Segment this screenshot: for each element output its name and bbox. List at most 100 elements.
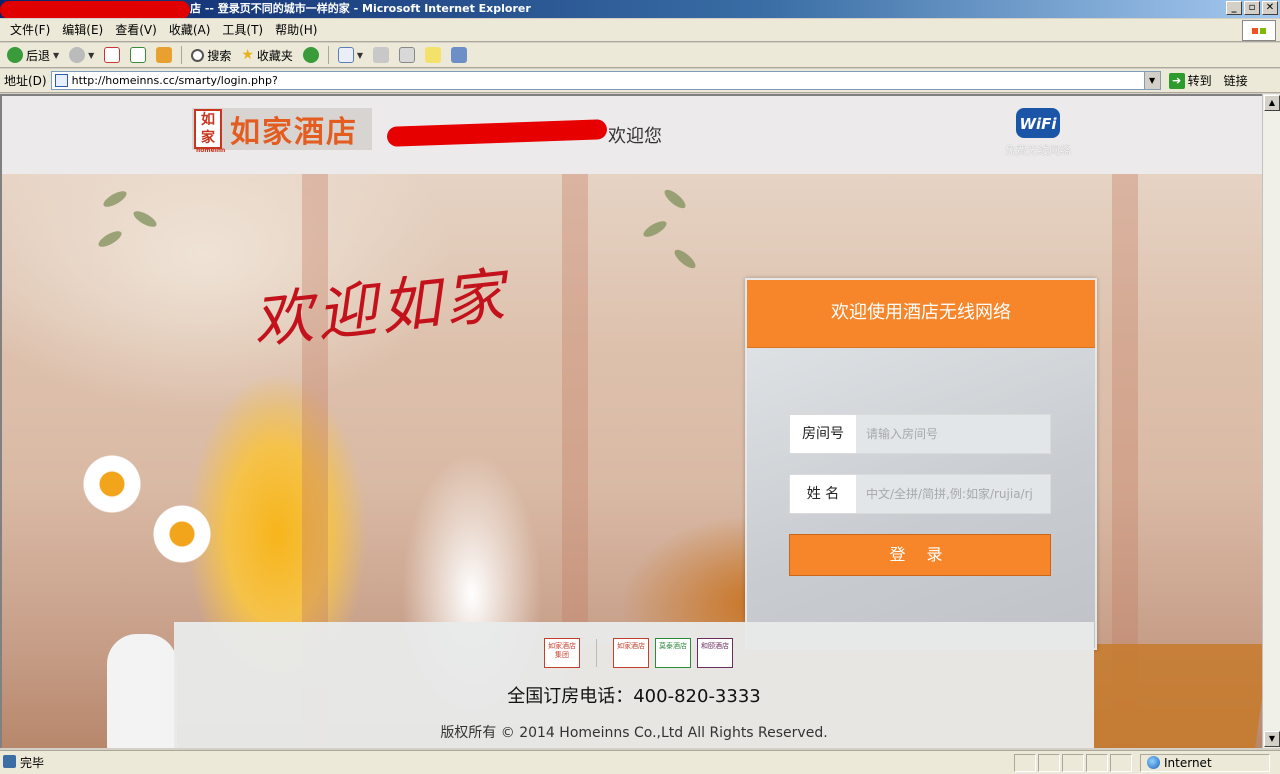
search-label: 搜索 xyxy=(207,48,232,63)
back-arrow-icon xyxy=(7,47,23,63)
print-button[interactable] xyxy=(370,44,392,66)
leaf-decor xyxy=(661,186,689,212)
menu-help[interactable]: 帮助(H) xyxy=(269,19,323,41)
logo-seal-icon: 如家 homeinn xyxy=(194,109,225,154)
windows-logo-icon xyxy=(1242,20,1276,41)
status-cell xyxy=(1038,753,1060,772)
login-button[interactable]: 登 录 xyxy=(789,534,1051,576)
name-input[interactable] xyxy=(856,475,1050,513)
vase-decor xyxy=(107,634,177,748)
toolbar: 后退 ▼ ▼ 搜索 ★ 收藏夹 ▼ xyxy=(0,43,1280,68)
menu-file[interactable]: 文件(F) xyxy=(4,19,56,41)
history-button[interactable] xyxy=(300,44,322,66)
menu-view[interactable]: 查看(V) xyxy=(109,19,163,41)
redacted-mark xyxy=(386,119,608,147)
mail-icon xyxy=(337,47,354,63)
home-button[interactable] xyxy=(153,44,175,66)
edit-icon xyxy=(399,47,416,63)
edit-button[interactable] xyxy=(396,44,418,66)
hero-slogan: 欢迎如家 xyxy=(249,260,512,358)
history-icon xyxy=(302,47,319,63)
room-input[interactable] xyxy=(856,415,1050,453)
messenger-button[interactable] xyxy=(448,44,470,66)
status-cell xyxy=(1014,753,1036,772)
login-header: 欢迎使用酒店无线网络 xyxy=(747,280,1095,348)
login-panel: 欢迎使用酒店无线网络 房间号 姓 名 登 录 xyxy=(745,278,1097,650)
menu-favorites[interactable]: 收藏(A) xyxy=(163,19,217,41)
refresh-button[interactable] xyxy=(127,44,149,66)
address-bar: 地址(D) http://homeinns.cc/smarty/login.ph… xyxy=(0,69,1280,93)
logo-seal-subtext: homeinn xyxy=(196,147,226,154)
minimize-button[interactable]: _ xyxy=(1226,1,1242,15)
toolbar-separator xyxy=(181,46,183,64)
favorites-button[interactable]: ★ 收藏夹 xyxy=(238,44,296,66)
window-title-bar[interactable]: 店 -- 登录页不同的城市一样的家 - Microsoft Internet E… xyxy=(0,0,1280,18)
window-controls: _ ▫ ✕ xyxy=(1226,1,1278,15)
browser-viewport: 如家 homeinn 如家酒店 欢迎您 WiFi 免费无线网络 欢迎如家 欢迎使… xyxy=(0,94,1262,748)
leaf-decor xyxy=(101,188,129,210)
menu-bar: 文件(F) 编辑(E) 查看(V) 收藏(A) 工具(T) 帮助(H) xyxy=(0,19,1280,42)
go-arrow-icon: ➜ xyxy=(1168,72,1185,89)
chevron-down-icon[interactable]: ▼ xyxy=(1143,72,1160,89)
homeinns-logo[interactable]: 如家 homeinn 如家酒店 xyxy=(192,108,372,154)
refresh-icon xyxy=(130,47,147,63)
forward-arrow-icon xyxy=(69,47,86,63)
copyright-text: 版权所有 © 2014 Homeinns Co.,Ltd All Rights … xyxy=(440,725,828,741)
note-icon xyxy=(425,47,442,63)
toolbar-separator xyxy=(327,46,329,64)
chevron-down-icon[interactable]: ▼ xyxy=(88,51,94,60)
status-cell xyxy=(1062,753,1084,772)
status-cell xyxy=(1110,753,1132,772)
name-label: 姓 名 xyxy=(790,475,856,513)
address-input[interactable]: http://homeinns.cc/smarty/login.php? ▼ xyxy=(50,71,1161,90)
mail-button[interactable]: ▼ xyxy=(335,44,366,66)
security-zone: Internet xyxy=(1140,753,1270,772)
vertical-scrollbar[interactable]: ▲ ▼ xyxy=(1262,94,1280,748)
daisy-decor xyxy=(82,454,142,514)
search-button[interactable]: 搜索 xyxy=(188,44,234,66)
status-text-area: 完毕 xyxy=(0,754,1014,771)
page-done-icon xyxy=(3,755,16,768)
room-label: 房间号 xyxy=(790,415,856,453)
star-icon: ★ xyxy=(241,47,254,63)
stop-button[interactable] xyxy=(101,44,123,66)
brand-logo-homeinns: 如家酒店 xyxy=(613,638,649,668)
hotline-text: 全国订房电话：400-820-3333 xyxy=(507,686,761,707)
wifi-label: 免费无线网络 xyxy=(1005,144,1071,157)
back-button[interactable]: 后退 ▼ xyxy=(4,44,62,66)
links-button[interactable]: 链接 xyxy=(1224,72,1248,89)
welcome-text: 欢迎您 xyxy=(608,126,662,147)
brand-separator xyxy=(596,639,597,667)
favorites-label: 收藏夹 xyxy=(256,48,293,63)
chevron-down-icon[interactable]: ▼ xyxy=(357,51,363,60)
leaf-decor xyxy=(641,218,669,240)
brand-logos: 如家酒店集团 如家酒店 莫泰酒店 和颐酒店 xyxy=(544,638,733,668)
go-label: 转到 xyxy=(1187,74,1212,88)
scroll-down-icon[interactable]: ▼ xyxy=(1264,731,1280,747)
redacted-mark xyxy=(0,1,190,18)
brand-logo-group: 如家酒店集团 xyxy=(544,638,580,668)
globe-icon xyxy=(1147,756,1160,769)
address-url[interactable]: http://homeinns.cc/smarty/login.php? xyxy=(72,74,278,87)
site-footer: 如家酒店集团 如家酒店 莫泰酒店 和颐酒店 全国订房电话：400-820-333… xyxy=(174,622,1094,748)
menu-edit[interactable]: 编辑(E) xyxy=(56,19,109,41)
go-button[interactable]: ➜ 转到 xyxy=(1168,72,1212,89)
discuss-button[interactable] xyxy=(422,44,444,66)
search-icon xyxy=(191,48,205,62)
forward-button[interactable]: ▼ xyxy=(66,44,97,66)
status-bar: 完毕 Internet xyxy=(0,750,1280,774)
scroll-up-icon[interactable]: ▲ xyxy=(1264,95,1280,111)
site-header: 如家 homeinn 如家酒店 欢迎您 WiFi 免费无线网络 xyxy=(2,96,1262,174)
messenger-icon xyxy=(451,47,468,63)
status-text: 完毕 xyxy=(20,756,45,770)
room-field: 房间号 xyxy=(789,414,1051,454)
page-icon xyxy=(54,74,68,87)
zone-label: Internet xyxy=(1164,755,1212,770)
chevron-down-icon[interactable]: ▼ xyxy=(53,51,59,60)
brand-logo-yitel: 和颐酒店 xyxy=(697,638,733,668)
back-label: 后退 xyxy=(26,48,51,63)
menu-tools[interactable]: 工具(T) xyxy=(216,19,269,41)
logo-seal-text: 如家 xyxy=(201,112,215,146)
maximize-button[interactable]: ▫ xyxy=(1244,1,1260,15)
close-button[interactable]: ✕ xyxy=(1262,1,1278,15)
